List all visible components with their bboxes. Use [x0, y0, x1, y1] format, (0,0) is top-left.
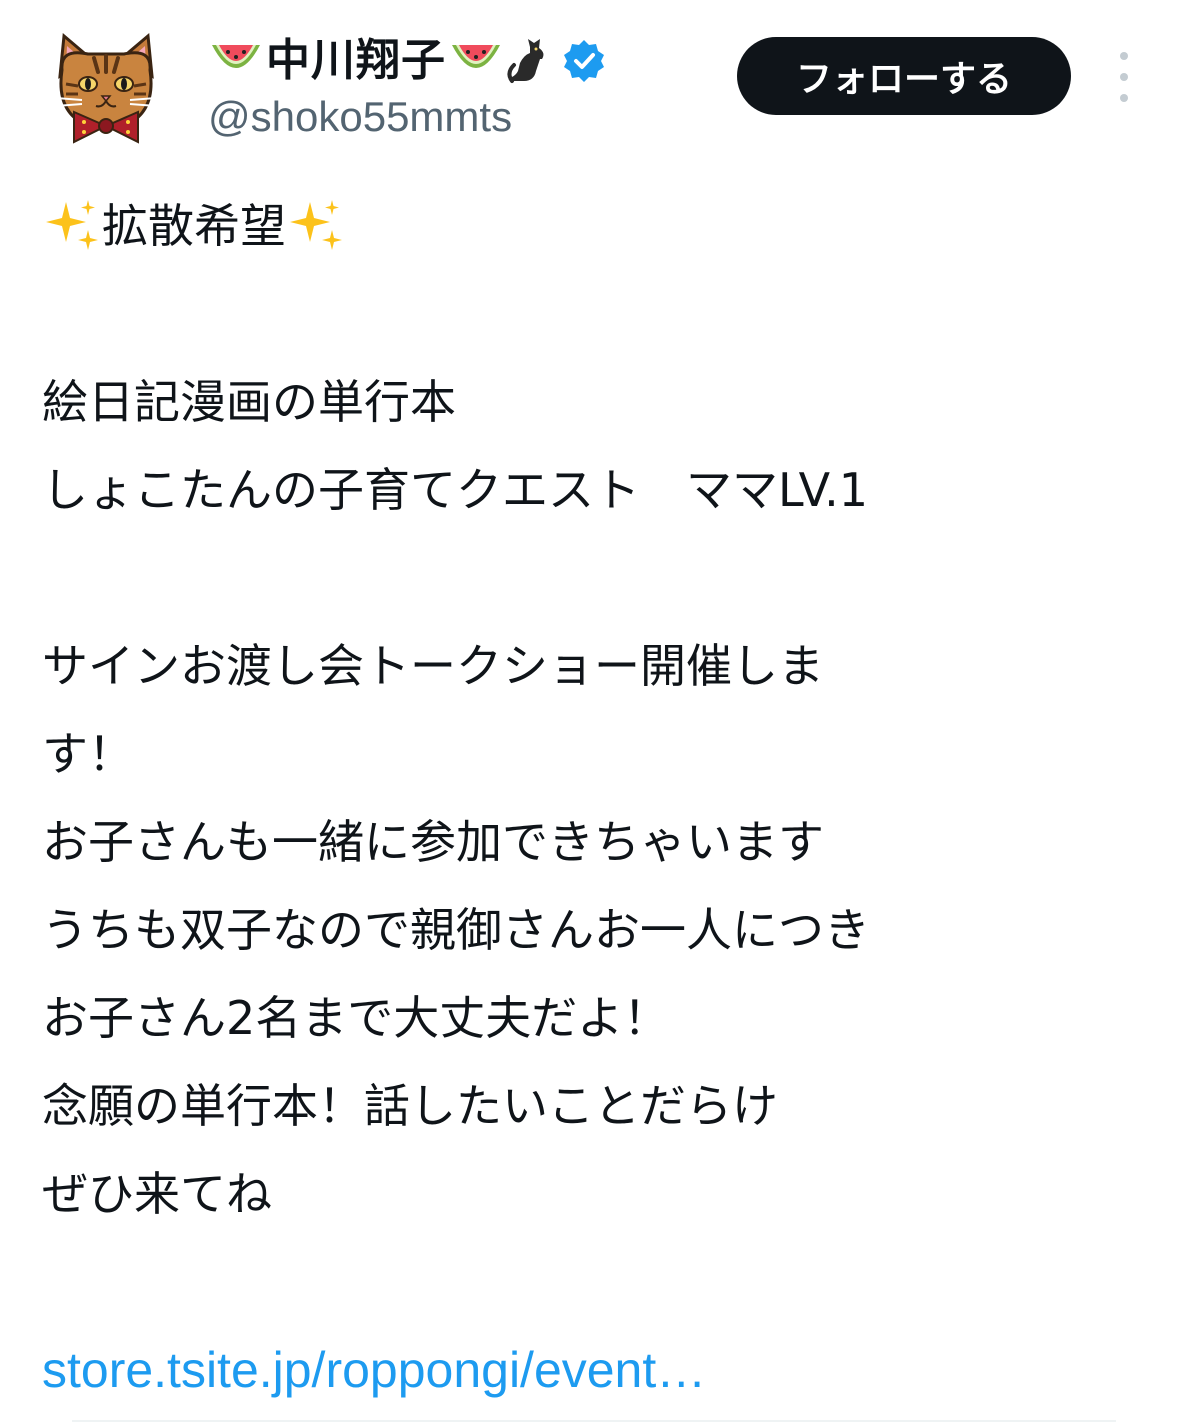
avatar[interactable] [52, 28, 160, 144]
tweet-line: お子さんも一緒に参加できちゃいます [42, 815, 824, 869]
user-handle[interactable]: @shoko55mmts [208, 96, 608, 138]
tweet-header: 中川翔子 @shoko55mmts フォローする [0, 0, 1188, 170]
tweet-line: 絵日記漫画の単行本 [42, 375, 456, 429]
follow-button[interactable]: フォローする [737, 37, 1071, 115]
tweet-line: しょこたんの子育てクエスト ママLV.1 [42, 463, 869, 517]
tweet-line: お子さん2名まで大丈夫だよ！ [42, 991, 670, 1045]
tweet-line: す！ [42, 727, 134, 781]
sparkles-icon [290, 200, 342, 250]
user-info: 中川翔子 @shoko55mmts [208, 30, 608, 138]
more-options-icon[interactable] [1108, 52, 1140, 102]
tweet-line: うちも双子なので親御さんお一人につき [42, 903, 870, 957]
tweet-line: ぜひ来てね [42, 1167, 272, 1221]
display-name[interactable]: 中川翔子 [266, 39, 446, 83]
more-dot [1120, 52, 1128, 60]
tweet-line-text: 拡散希望 [102, 199, 286, 253]
watermelon-icon [212, 45, 260, 68]
sparkles-icon [46, 200, 98, 250]
cat-avatar-icon [55, 33, 157, 144]
more-dot [1120, 94, 1128, 102]
tweet-line: 念願の単行本！話したいことだらけ [42, 1079, 778, 1133]
more-dot [1120, 73, 1128, 81]
tweet-line: 拡散希望 [42, 182, 1152, 270]
divider [72, 1420, 1116, 1422]
tweet-line: サインお渡し会トークショー開催しま [42, 639, 824, 693]
tweet-link[interactable]: store.tsite.jp/roppongi/event… [42, 1326, 706, 1414]
black-cat-icon [507, 39, 544, 83]
display-name-row[interactable]: 中川翔子 [208, 30, 608, 92]
tweet-link-line: store.tsite.jp/roppongi/event… [42, 1326, 1152, 1414]
tweet-text: 拡散希望 絵日記漫画の単行本 しょこたんの子育てクエスト ママLV.1 サインお… [42, 182, 1152, 1414]
watermelon-icon [452, 45, 500, 68]
verified-badge-icon [564, 40, 604, 82]
